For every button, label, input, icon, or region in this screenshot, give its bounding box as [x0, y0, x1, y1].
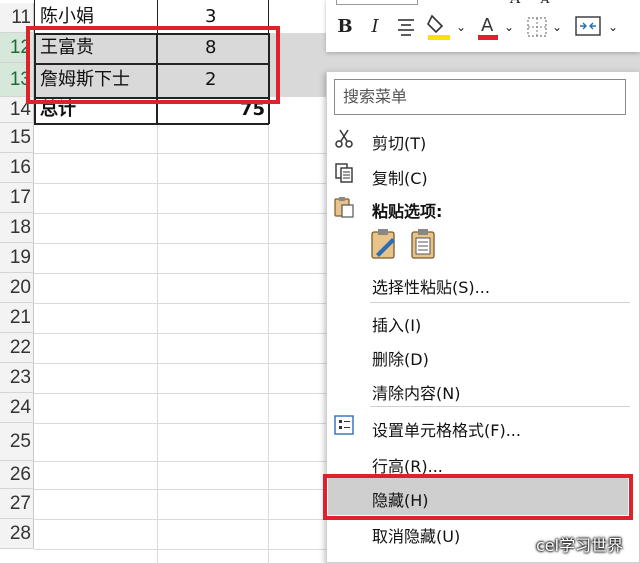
menu-item-paste-special[interactable]: 选择性粘贴(S)... [372, 274, 490, 298]
row-divider [34, 183, 326, 184]
annotation-highlight-box [26, 26, 280, 104]
row-header-23[interactable]: 23 [0, 363, 34, 393]
menu-item-insert[interactable]: 插入(I) [372, 312, 421, 336]
row-header-26[interactable]: 26 [0, 461, 34, 489]
font-size-up-button[interactable]: A [508, 0, 522, 12]
font-color-icon[interactable]: A [476, 12, 500, 42]
font-size-down-button[interactable]: A [538, 0, 552, 12]
menu-separator [370, 406, 630, 407]
search-menu-input[interactable]: 搜索菜单 [334, 79, 626, 115]
chevron-down-icon[interactable]: ⌄ [608, 14, 618, 40]
row-header-20[interactable]: 20 [0, 273, 34, 303]
menu-item-cut[interactable]: 剪切(T) [372, 130, 426, 154]
mini-toolbar: B I ⌄ A ⌄ ⌄ ⌄ A A [326, 0, 640, 52]
row-divider [34, 519, 326, 520]
chevron-down-icon[interactable]: ⌄ [456, 14, 466, 40]
row-divider [34, 461, 326, 462]
borders-icon[interactable] [526, 16, 548, 38]
row-header-18[interactable]: 18 [0, 213, 34, 243]
menu-item-unhide[interactable]: 取消隐藏(U) [372, 523, 460, 547]
menu-item-format-cells[interactable]: 设置单元格格式(F)... [372, 417, 521, 441]
scissors-icon [333, 127, 355, 149]
row-header-28[interactable]: 28 [0, 519, 34, 549]
row-header-16[interactable]: 16 [0, 153, 34, 183]
row-header-15[interactable]: 15 [0, 123, 34, 153]
chevron-down-icon[interactable]: ⌄ [504, 14, 514, 40]
row-header-17[interactable]: 17 [0, 183, 34, 213]
paste-values-icon[interactable] [410, 228, 438, 260]
row-divider [34, 489, 326, 490]
paste-options-label: 粘贴选项: [372, 202, 443, 221]
menu-item-copy[interactable]: 复制(C) [372, 165, 428, 189]
row-divider [34, 213, 326, 214]
row-divider [34, 333, 326, 334]
row-header-21[interactable]: 21 [0, 303, 34, 333]
font-name-box[interactable] [336, 0, 418, 5]
italic-button[interactable]: I [364, 14, 386, 40]
watermark: cel学习世界 [536, 536, 624, 555]
svg-text:A: A [481, 15, 494, 36]
row-divider [34, 363, 326, 364]
fill-color-icon[interactable] [426, 12, 452, 42]
menu-item-delete[interactable]: 删除(D) [372, 346, 429, 370]
row-divider [34, 153, 326, 154]
paste-keep-format-icon[interactable] [370, 228, 398, 260]
row-divider [34, 549, 326, 550]
row-divider [34, 303, 326, 304]
merge-icon[interactable] [574, 14, 602, 38]
row-header-24[interactable]: 24 [0, 393, 34, 423]
menu-item-clear-contents[interactable]: 清除内容(N) [372, 380, 460, 404]
row-header-25[interactable]: 25 [0, 423, 34, 461]
chevron-down-icon[interactable]: ⌄ [552, 14, 562, 40]
copy-icon [333, 162, 355, 184]
row-divider [34, 273, 326, 274]
format-cells-icon [333, 414, 355, 436]
row-divider [34, 393, 326, 394]
annotation-highlight-box [323, 474, 633, 520]
row-divider [34, 423, 326, 424]
row-header-22[interactable]: 22 [0, 333, 34, 363]
align-center-icon[interactable] [396, 18, 416, 36]
row-divider [34, 243, 326, 244]
bold-button[interactable]: B [334, 14, 356, 40]
row-header-27[interactable]: 27 [0, 489, 34, 519]
row-header-19[interactable]: 19 [0, 243, 34, 273]
menu-separator [370, 302, 630, 303]
paste-icon [333, 195, 355, 218]
